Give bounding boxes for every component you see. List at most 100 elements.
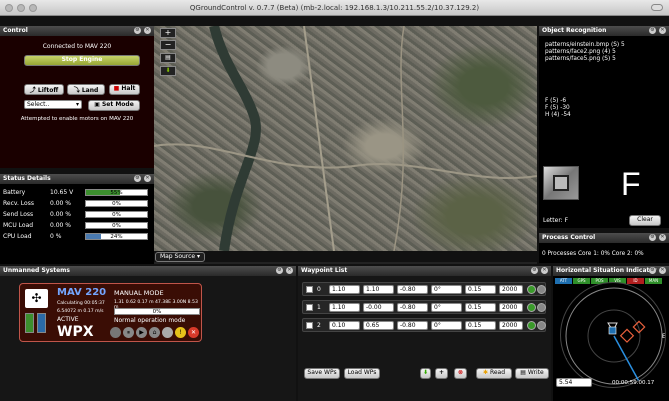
close-icon[interactable] (5, 4, 13, 12)
waypoint-t-field[interactable]: 2000 (499, 321, 523, 330)
map-source-button[interactable]: Map Source ▾ (155, 252, 205, 262)
stop-engine-button[interactable]: Stop Engine (24, 55, 140, 66)
hsi-value-field[interactable]: 5.54 (556, 378, 592, 387)
waypoint-move-icon[interactable] (527, 321, 536, 330)
waypoint-x-field[interactable]: 1.10 (329, 285, 360, 294)
status-bar-label: 0% (112, 223, 121, 229)
zoom-out-button[interactable]: − (160, 40, 176, 50)
tool-icon[interactable] (162, 327, 173, 338)
hsi-value: 5.54 (559, 379, 573, 386)
waypoint-y-field[interactable]: 1.10 (363, 285, 394, 294)
status-bar-fill (86, 234, 101, 239)
waypoint-delete-icon[interactable] (537, 321, 546, 330)
waypoint-row[interactable]: 1 1.10 -0.00 -0.80 0° 0.15 2000 (302, 300, 546, 314)
warning-icon[interactable]: ! (175, 327, 186, 338)
status-bar-label: 0% (112, 212, 121, 218)
waypoint-r-field[interactable]: 0.15 (465, 285, 496, 294)
status-value: 0.00 % (50, 211, 71, 218)
kill-icon[interactable]: ✕ (188, 327, 199, 338)
zoom-in-button[interactable]: + (160, 28, 176, 38)
waypoint-move-icon[interactable] (527, 285, 536, 294)
status-bar: 0% (85, 200, 148, 207)
waypoint-yaw-field[interactable]: 0° (431, 303, 462, 312)
download-button[interactable]: ⬇ (160, 66, 176, 76)
waypoint-y-value: -0.00 (366, 304, 382, 311)
undock-icon[interactable]: ⚙ (649, 267, 656, 274)
waypoint-x-field[interactable]: 1.10 (329, 303, 360, 312)
hsi-status-led: ATT (555, 278, 572, 284)
waypoint-r-field[interactable]: 0.15 (465, 321, 496, 330)
mode-select[interactable]: Select.. ▾ (24, 100, 82, 109)
hsi-status-led: GPS (573, 278, 590, 284)
close-panel-icon[interactable]: ✕ (144, 27, 151, 34)
waypoint-z-field[interactable]: -0.80 (397, 321, 428, 330)
waypoint-z-field[interactable]: -0.80 (397, 303, 428, 312)
waypoint-yaw-field[interactable]: 0° (431, 285, 462, 294)
undock-icon[interactable]: ⚙ (649, 234, 656, 241)
close-panel-icon[interactable]: ✕ (659, 267, 666, 274)
close-panel-icon[interactable]: ✕ (541, 267, 548, 274)
waypoint-r-value: 0.15 (468, 322, 482, 329)
quadrotor-icon: ✣ (25, 289, 48, 308)
close-panel-icon[interactable]: ✕ (659, 234, 666, 241)
close-panel-icon[interactable]: ✕ (659, 27, 666, 34)
close-panel-icon[interactable]: ✕ (144, 175, 151, 182)
plus-button[interactable]: + (435, 368, 448, 379)
map-tool-button[interactable]: ▤ (160, 53, 176, 63)
add-waypoint-button[interactable]: ⬇ (420, 368, 431, 379)
land-icon[interactable]: ⌂ (149, 327, 160, 338)
set-mode-button[interactable]: ▣ Set Mode (88, 100, 140, 111)
close-panel-icon[interactable]: ✕ (286, 267, 293, 274)
window-controls[interactable] (5, 4, 37, 12)
waypoint-row[interactable]: 0 1.10 1.10 -0.80 0° 0.15 2000 (302, 282, 546, 296)
process-status: 0 Processes Core 1: 0% Core 2: 0% (542, 251, 644, 257)
undock-icon[interactable]: ⚙ (134, 175, 141, 182)
land-button[interactable]: ⤵ Land (67, 84, 105, 95)
waypoint-y-field[interactable]: 0.65 (363, 321, 394, 330)
waypoint-t-field[interactable]: 2000 (499, 303, 523, 312)
waypoint-yaw-value: 0° (434, 286, 441, 293)
toolbar-toggle-button[interactable] (651, 4, 663, 11)
waypoint-checkbox[interactable] (306, 304, 313, 311)
pause-icon[interactable]: ⏸ (123, 327, 134, 338)
score-item: F (5) -30 (545, 105, 570, 111)
liftoff-button[interactable]: ⤴ Liftoff (24, 84, 64, 95)
process-control-header: Process Control ⚙ ✕ (539, 233, 669, 243)
download-icon: ⬇ (422, 369, 429, 376)
uas-card[interactable]: ✣ MAV 220 MANUAL MODE Calculating 00:05:… (19, 283, 202, 342)
waypoint-delete-icon[interactable] (537, 285, 546, 294)
waypoint-move-icon[interactable] (527, 303, 536, 312)
read-button[interactable]: ✱ Read (476, 368, 512, 379)
waypoint-yaw-field[interactable]: 0° (431, 321, 462, 330)
delete-button[interactable]: ⊗ (454, 368, 467, 379)
load-wps-button[interactable]: Load WPs (344, 368, 380, 379)
halt-button[interactable]: ■ Halt (109, 84, 140, 95)
start-icon[interactable]: ▶ (136, 327, 147, 338)
waypoint-delete-icon[interactable] (537, 303, 546, 312)
battery-icon (25, 313, 34, 333)
waypoint-checkbox[interactable] (306, 322, 313, 329)
waypoint-z-field[interactable]: -0.80 (397, 285, 428, 294)
play-icon[interactable] (110, 327, 121, 338)
minimize-icon[interactable] (17, 4, 25, 12)
undock-icon[interactable]: ⚙ (649, 27, 656, 34)
satellite-map[interactable] (154, 26, 537, 251)
undock-icon[interactable]: ⚙ (134, 27, 141, 34)
write-button[interactable]: ▤ Write (515, 368, 549, 379)
waypoint-row[interactable]: 2 0.10 0.65 -0.80 0° 0.15 2000 (302, 318, 546, 332)
waypoint-x-field[interactable]: 0.10 (329, 321, 360, 330)
undock-icon[interactable]: ⚙ (276, 267, 283, 274)
map-divider (154, 262, 537, 264)
monitor-icon: ▤ (165, 54, 171, 61)
waypoint-r-field[interactable]: 0.15 (465, 303, 496, 312)
save-wps-button[interactable]: Save WPs (304, 368, 340, 379)
waypoint-x-value: 1.10 (332, 304, 346, 311)
window-titlebar: QGroundControl v. 0.7.7 (Beta) (mb-2.loc… (0, 0, 669, 16)
waypoint-y-field[interactable]: -0.00 (363, 303, 394, 312)
maximize-icon[interactable] (29, 4, 37, 12)
waypoint-checkbox[interactable] (306, 286, 313, 293)
status-bar: 0% (85, 222, 148, 229)
waypoint-t-field[interactable]: 2000 (499, 285, 523, 294)
undock-icon[interactable]: ⚙ (531, 267, 538, 274)
clear-button[interactable]: Clear (629, 215, 661, 226)
